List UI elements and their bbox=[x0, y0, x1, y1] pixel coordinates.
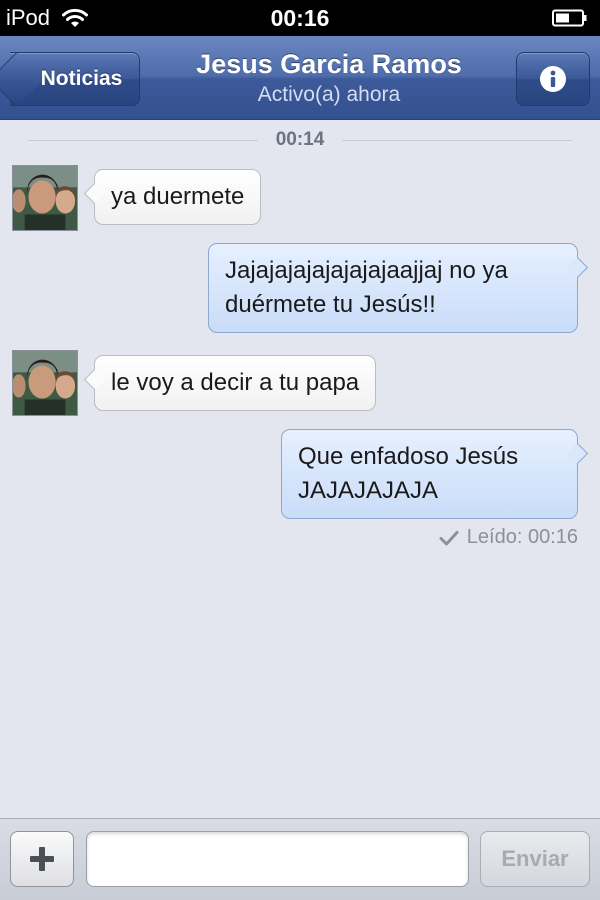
contact-status: Activo(a) ahora bbox=[257, 83, 401, 106]
info-icon bbox=[540, 66, 566, 92]
message-composer: Enviar bbox=[0, 818, 600, 900]
avatar-photo bbox=[13, 166, 77, 230]
message-input[interactable] bbox=[86, 831, 469, 887]
divider bbox=[342, 139, 573, 141]
contact-name: Jesus Garcia Ramos bbox=[196, 49, 462, 79]
plus-icon bbox=[30, 847, 54, 871]
read-receipt-text: Leído: 00:16 bbox=[466, 526, 578, 548]
status-bar: iPod 00:16 bbox=[0, 0, 600, 36]
timestamp-text: 00:14 bbox=[275, 129, 325, 150]
back-button-label: Noticias bbox=[40, 67, 123, 90]
avatar[interactable] bbox=[12, 165, 78, 231]
battery-icon bbox=[552, 9, 587, 27]
conversation-header: Jesus Garcia Ramos Activo(a) ahora bbox=[150, 48, 508, 108]
check-icon bbox=[439, 530, 459, 545]
thread-timestamp: 00:14 bbox=[0, 127, 600, 153]
message-bubble-incoming[interactable]: ya duermete bbox=[94, 169, 262, 225]
send-button[interactable]: Enviar bbox=[480, 831, 590, 887]
back-button[interactable]: Noticias bbox=[10, 52, 140, 106]
wifi-icon bbox=[62, 8, 89, 27]
message-bubble-outgoing[interactable]: Que enfadoso Jesús JAJAJAJAJA bbox=[281, 429, 578, 519]
message-text: le voy a decir a tu papa bbox=[111, 369, 360, 396]
message-text: ya duermete bbox=[111, 183, 245, 210]
message-text: Jajajajajajajajajaajjaj no ya duérmete t… bbox=[225, 257, 508, 318]
message-thread[interactable]: 00:14 ya duermete Jajajajajajajajajaajja… bbox=[0, 121, 600, 818]
message-bubble-incoming[interactable]: le voy a decir a tu papa bbox=[94, 355, 377, 411]
avatar-photo bbox=[13, 351, 77, 415]
read-receipt: Leído: 00:16 bbox=[439, 526, 578, 549]
navigation-bar: Noticias Jesus Garcia Ramos Activo(a) ah… bbox=[0, 36, 600, 120]
info-button[interactable] bbox=[516, 52, 590, 106]
message-text: Que enfadoso Jesús JAJAJAJAJA bbox=[298, 443, 519, 504]
attach-button[interactable] bbox=[10, 831, 74, 887]
message-bubble-outgoing[interactable]: Jajajajajajajajajaajjaj no ya duérmete t… bbox=[208, 243, 578, 333]
carrier-label: iPod bbox=[6, 5, 51, 30]
avatar[interactable] bbox=[12, 350, 78, 416]
status-left: iPod bbox=[6, 5, 90, 31]
divider bbox=[27, 139, 258, 141]
